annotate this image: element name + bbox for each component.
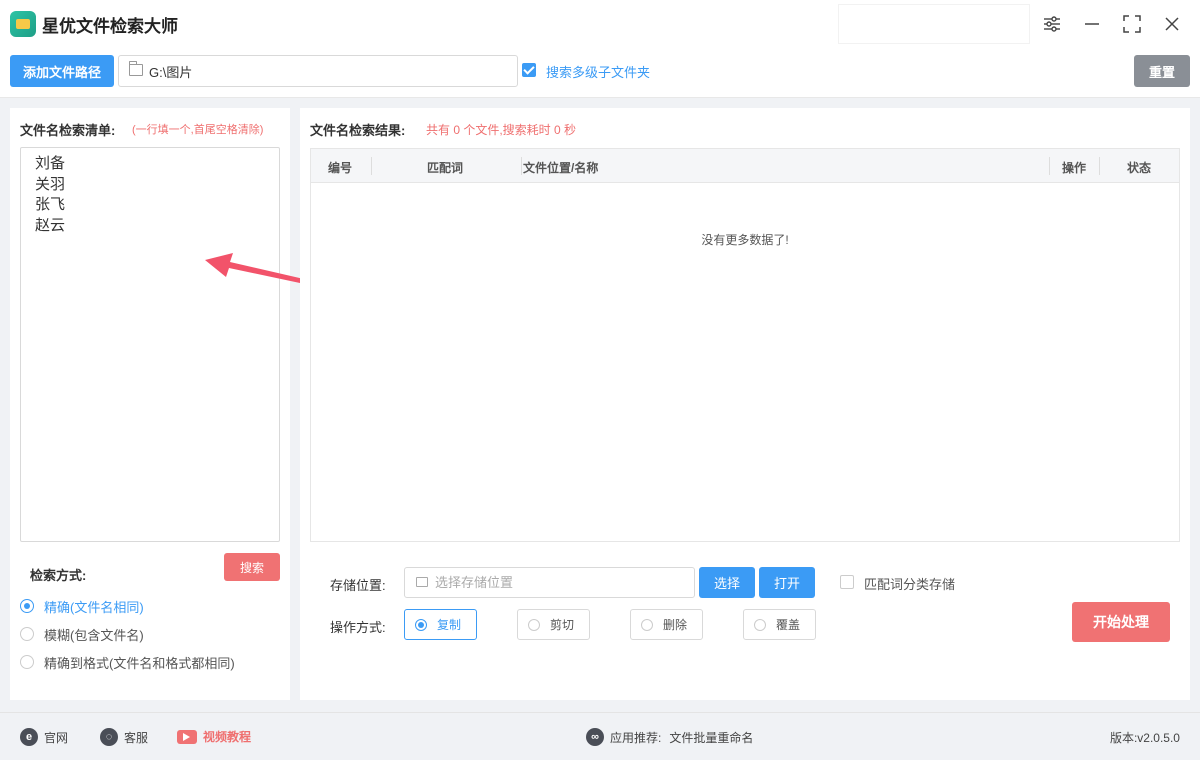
title-bar-blank-area — [838, 4, 1030, 44]
mode-exact-format-label: 精确到格式(文件名和格式都相同) — [44, 655, 235, 671]
results-table: 编号 匹配词 文件位置/名称 操作 状态 没有更多数据了! — [310, 148, 1180, 542]
path-field[interactable] — [118, 55, 518, 87]
operation-cut-label: 剪切 — [550, 618, 575, 632]
recommend-label: 应用推荐: — [610, 730, 662, 745]
search-button[interactable]: 搜索 — [224, 553, 280, 581]
results-table-header: 编号 匹配词 文件位置/名称 操作 状态 — [311, 149, 1179, 183]
search-list-panel: 文件名检索清单: (一行填一个,首尾空格清除) 检索方式: 搜索 精确(文件名相… — [10, 108, 290, 700]
operation-mode-label: 操作方式: — [330, 620, 386, 635]
operation-delete-label: 删除 — [663, 618, 688, 632]
search-mode-label: 检索方式: — [30, 568, 87, 583]
minimize-icon[interactable] — [1078, 10, 1106, 38]
classify-storage-checkbox[interactable] — [840, 575, 854, 589]
mode-exact-format-option[interactable]: 精确到格式(文件名和格式都相同) — [20, 653, 235, 671]
start-processing-button[interactable]: 开始处理 — [1072, 602, 1170, 642]
column-header-location: 文件位置/名称 — [523, 161, 599, 175]
multi-level-checkbox[interactable] — [522, 63, 536, 77]
recommend-section: ∞ 应用推荐: 文件批量重命名 — [586, 728, 753, 746]
support-link[interactable]: ◌ 客服 — [100, 728, 148, 746]
results-panel: 文件名检索结果: 共有 0 个文件,搜索耗时 0 秒 编号 匹配词 文件位置/名… — [300, 108, 1190, 700]
video-tutorial-link[interactable]: 视频教程 — [177, 728, 251, 745]
column-divider[interactable] — [371, 157, 372, 175]
column-header-action: 操作 — [1062, 161, 1087, 175]
results-title: 文件名检索结果: — [310, 123, 406, 138]
operation-overwrite-label: 覆盖 — [776, 618, 801, 632]
chat-icon: ◌ — [100, 728, 118, 746]
support-label: 客服 — [124, 730, 149, 745]
recommend-app-link[interactable]: 文件批量重命名 — [669, 729, 753, 746]
link-icon: ∞ — [586, 728, 604, 746]
operation-delete-option[interactable]: 删除 — [630, 609, 703, 640]
search-list-title: 文件名检索清单: — [20, 123, 116, 138]
website-link[interactable]: e 官网 — [20, 728, 68, 746]
website-label: 官网 — [44, 730, 69, 745]
search-list-hint: (一行填一个,首尾空格清除) — [132, 124, 264, 136]
empty-table-message: 没有更多数据了! — [701, 233, 789, 247]
mode-exact-radio[interactable] — [20, 599, 34, 613]
results-stats: 共有 0 个文件,搜索耗时 0 秒 — [426, 123, 577, 137]
version-label: 版本:v2.0.5.0 — [1109, 731, 1180, 745]
video-icon — [177, 729, 197, 744]
column-header-match: 匹配词 — [427, 161, 464, 175]
folder-icon — [416, 577, 428, 587]
folder-icon — [129, 61, 143, 76]
column-header-status: 状态 — [1127, 161, 1152, 175]
column-divider[interactable] — [1099, 157, 1100, 175]
open-storage-button[interactable]: 打开 — [759, 567, 815, 598]
classify-storage-label[interactable]: 匹配词分类存储 — [864, 574, 955, 593]
operation-delete-radio[interactable] — [641, 618, 653, 631]
column-header-index: 编号 — [328, 161, 353, 175]
operation-cut-option[interactable]: 剪切 — [517, 609, 590, 640]
choose-storage-button[interactable]: 选择 — [699, 567, 755, 598]
mode-exact-option[interactable]: 精确(文件名相同) — [20, 597, 144, 615]
mode-exact-format-radio[interactable] — [20, 655, 34, 669]
search-names-textarea[interactable] — [20, 147, 280, 542]
multi-level-label[interactable]: 搜索多级子文件夹 — [546, 62, 650, 81]
app-title: 星优文件检索大师 — [42, 17, 178, 36]
toolbar: 添加文件路径 搜索多级子文件夹 重置 — [0, 48, 1200, 98]
app-logo-icon — [10, 11, 36, 37]
mode-exact-label: 精确(文件名相同) — [44, 599, 144, 615]
sliders-icon[interactable] — [1038, 10, 1066, 38]
storage-location-label: 存储位置: — [330, 578, 386, 593]
operation-cut-radio[interactable] — [528, 618, 540, 631]
column-divider[interactable] — [1049, 157, 1050, 175]
operation-copy-radio[interactable] — [415, 618, 427, 631]
storage-location-input[interactable] — [435, 568, 690, 597]
mode-fuzzy-radio[interactable] — [20, 627, 34, 641]
column-divider[interactable] — [521, 157, 522, 175]
path-input[interactable] — [149, 56, 509, 86]
mode-fuzzy-option[interactable]: 模糊(包含文件名) — [20, 625, 144, 643]
footer: e 官网 ◌ 客服 视频教程 ∞ 应用推荐: 文件批量重命名 版本:v2.0.5… — [0, 712, 1200, 760]
operation-copy-option[interactable]: 复制 — [404, 609, 477, 640]
mode-fuzzy-label: 模糊(包含文件名) — [44, 627, 144, 643]
operation-copy-label: 复制 — [437, 618, 462, 632]
close-icon[interactable] — [1158, 10, 1186, 38]
title-bar: 星优文件检索大师 — [0, 0, 1200, 48]
reset-button[interactable]: 重置 — [1134, 55, 1190, 87]
browser-icon: e — [20, 728, 38, 746]
video-tutorial-label: 视频教程 — [203, 730, 252, 744]
storage-location-field[interactable] — [404, 567, 695, 598]
operation-overwrite-radio[interactable] — [754, 618, 766, 631]
maximize-icon[interactable] — [1118, 10, 1146, 38]
operation-overwrite-option[interactable]: 覆盖 — [743, 609, 816, 640]
add-path-button[interactable]: 添加文件路径 — [10, 55, 114, 87]
